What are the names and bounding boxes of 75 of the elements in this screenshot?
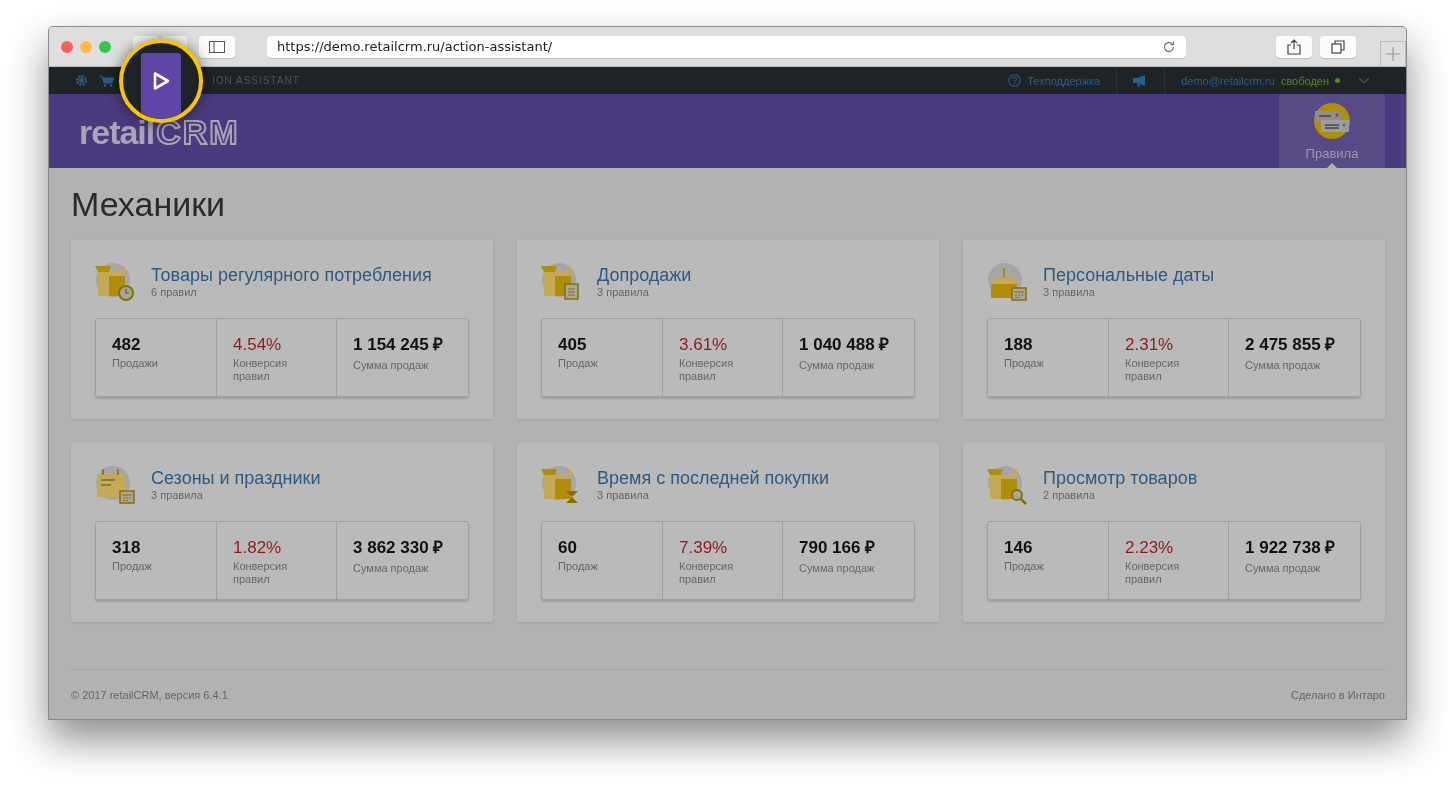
stat-value: 4.54% [233, 335, 283, 355]
share-button[interactable] [1276, 35, 1312, 58]
mechanic-title-link[interactable]: Просмотр товаров [1043, 467, 1198, 489]
stat-label: Продаж [1004, 560, 1045, 573]
rule-count: 3 правила [1043, 286, 1096, 298]
stat-value: 188 [1004, 335, 1034, 355]
server-icon [1313, 101, 1351, 140]
tabs-icon [1331, 39, 1345, 54]
new-tab-button[interactable] [1380, 41, 1406, 66]
sidebar-button[interactable] [199, 35, 235, 58]
calendar-icon [95, 465, 137, 507]
stat-label: Продаж [1004, 357, 1045, 370]
stat-label: Конверсия правил [1125, 357, 1181, 383]
cart-icon[interactable] [100, 74, 114, 87]
stat-value: 1.82% [233, 538, 283, 558]
stat-label: Конверсия правил [233, 560, 289, 586]
rule-count: 2 правила [1043, 489, 1096, 501]
stat-value: 1 040 488 ₽ [799, 335, 891, 355]
user-menu[interactable]: demo@retailcrm.ru свободен [1177, 74, 1406, 87]
stat-value: 3.61% [679, 335, 729, 355]
rule-count: 3 правила [597, 286, 650, 298]
box-clock-icon [95, 262, 137, 304]
reload-icon [1162, 39, 1176, 54]
stat-label: Сумма продаж [1245, 359, 1322, 372]
mechanic-title-link[interactable]: Допродажи [597, 264, 692, 286]
stat-label: Продаж [558, 560, 599, 573]
rule-count: 3 правила [597, 489, 650, 501]
stat-label: Сумма продаж [799, 562, 876, 575]
stat-value: 2.23% [1125, 538, 1175, 558]
stat-value: 2.31% [1125, 335, 1175, 355]
stat-value: 60 [558, 538, 578, 558]
stat-label: Сумма продаж [353, 562, 430, 575]
stat-value: 790 166 ₽ [799, 538, 877, 558]
stat-label: Конверсия правил [679, 560, 735, 586]
stat-label: Сумма продаж [1245, 562, 1322, 575]
stat-label: Сумма продаж [799, 359, 876, 372]
address-field[interactable]: https://demo.retailcrm.ru/action-assistant/ [267, 35, 1186, 58]
mechanic-title-link[interactable]: Персональные даты [1043, 264, 1215, 286]
share-icon [1287, 38, 1301, 55]
stat-label: Конверсия правил [679, 357, 735, 383]
stat-value: 1 922 738 ₽ [1245, 538, 1337, 558]
stat-value: 318 [112, 538, 142, 558]
stat-value: 482 [112, 335, 142, 355]
sidebar-icon [209, 40, 225, 53]
stat-value: 3 862 330 ₽ [353, 538, 445, 558]
rule-count: 6 правил [151, 286, 198, 298]
zoom-window-button[interactable] [99, 40, 111, 53]
close-window-button[interactable] [61, 40, 73, 53]
help-icon [1008, 74, 1022, 87]
stat-value: 7.39% [679, 538, 729, 558]
chevron-down-icon [1358, 77, 1370, 84]
box-search-icon [987, 465, 1029, 507]
stat-value: 1 154 245 ₽ [353, 335, 445, 355]
stat-label: Продажи [112, 357, 159, 370]
copyright-text: © 2017 retailCRM, версия 6.4.1 [71, 688, 228, 701]
plus-icon [1386, 47, 1400, 61]
stat-label: Продаж [112, 560, 153, 573]
stat-value: 2 475 855 ₽ [1245, 335, 1337, 355]
mechanic-title-link[interactable]: Товары регулярного потребления [151, 264, 432, 286]
stat-label: Конверсия правил [233, 357, 289, 383]
stat-value: 146 [1004, 538, 1034, 558]
mechanic-title-link[interactable]: Сезоны и праздники [151, 467, 321, 489]
rule-count: 3 правила [151, 489, 204, 501]
page-title: Механики [71, 185, 227, 223]
mechanic-title-link[interactable]: Время с последней покупки [597, 467, 830, 489]
stat-value: 405 [558, 335, 588, 355]
stat-label: Сумма продаж [353, 359, 430, 372]
settings-icon[interactable] [75, 74, 88, 87]
stat-label: Продаж [558, 357, 599, 370]
stat-label: Конверсия правил [1125, 560, 1181, 586]
developer-link[interactable]: Сделано в Интаро [1290, 688, 1385, 701]
rules-nav-item[interactable]: Правила [1279, 94, 1385, 168]
cake-calendar-icon [987, 262, 1029, 304]
tabs-button[interactable] [1320, 35, 1356, 58]
minimize-window-button[interactable] [80, 40, 92, 53]
